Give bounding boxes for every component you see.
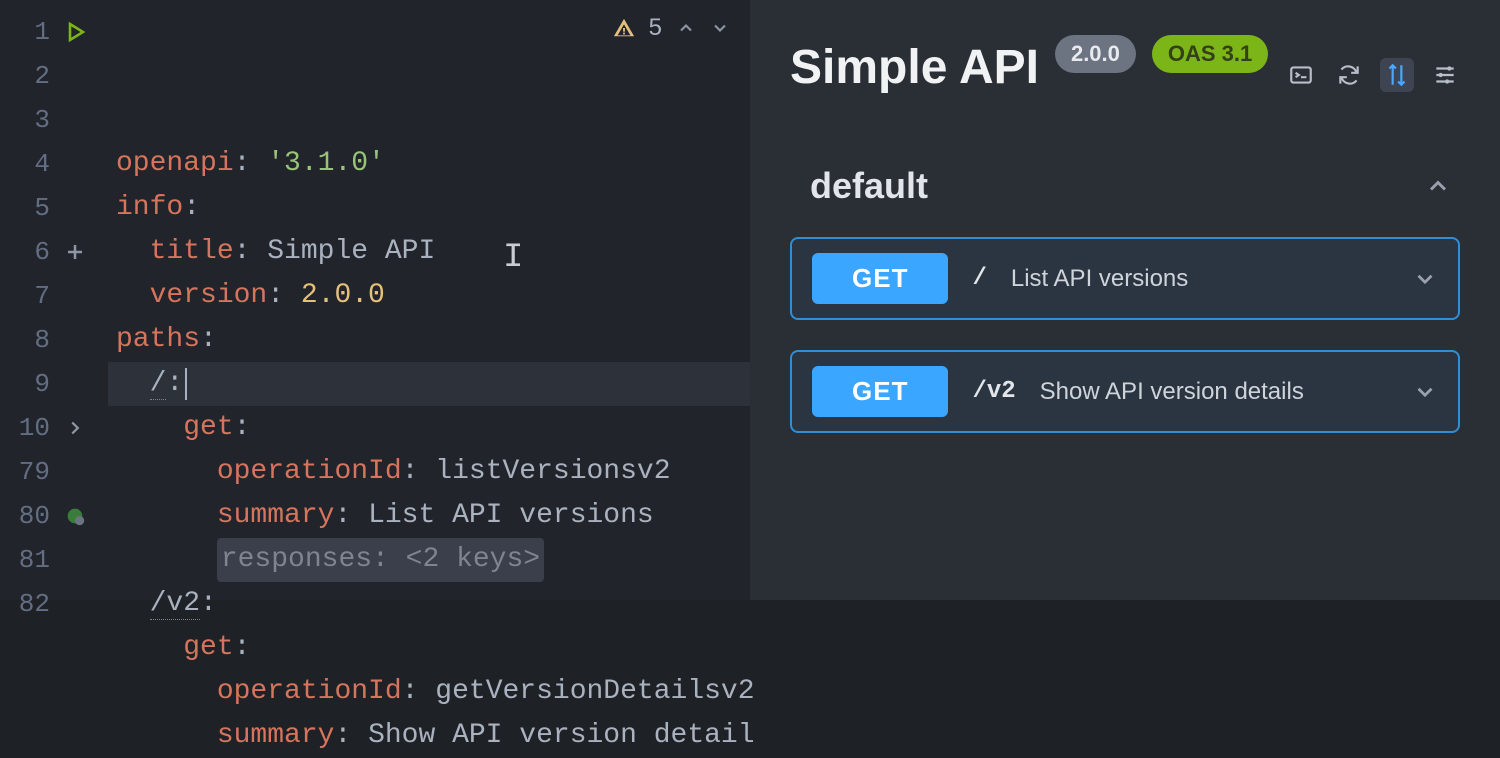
chevron-down-icon[interactable]	[1412, 379, 1438, 405]
code-line[interactable]: info:	[108, 186, 755, 230]
chev-icon[interactable]	[60, 417, 90, 439]
line-number: 80	[0, 501, 50, 531]
line-number: 1	[0, 17, 50, 47]
gutter-row: 81	[0, 538, 108, 582]
line-number: 7	[0, 281, 50, 311]
gutter-row: 8	[0, 318, 108, 362]
operation-path: /	[972, 265, 986, 292]
code-line[interactable]: openapi: '3.1.0'	[108, 142, 755, 186]
refresh-icon[interactable]	[1332, 58, 1366, 92]
gutter-row: 5	[0, 186, 108, 230]
gutter-row: 7	[0, 274, 108, 318]
settings-icon[interactable]	[1428, 58, 1462, 92]
warning-icon[interactable]	[613, 17, 635, 39]
line-number: 82	[0, 589, 50, 619]
method-badge: GET	[812, 366, 948, 417]
line-number: 81	[0, 545, 50, 575]
line-number: 10	[0, 413, 50, 443]
gutter-row: 2	[0, 54, 108, 98]
sync-icon[interactable]	[60, 505, 90, 527]
gutter-row: 80	[0, 494, 108, 538]
oas-badge: OAS 3.1	[1152, 35, 1268, 73]
operation-row[interactable]: GET/v2 Show API version details	[790, 350, 1460, 433]
code-editor[interactable]: 5 1234567891079808182 I openapi: '3.1.0'…	[0, 0, 750, 600]
line-number: 3	[0, 105, 50, 135]
gutter-row: 3	[0, 98, 108, 142]
code-line[interactable]: title: Simple API	[108, 230, 755, 274]
code-line[interactable]: get:	[108, 626, 755, 670]
chevron-up-icon[interactable]	[1424, 172, 1452, 200]
code-line[interactable]: paths:	[108, 318, 755, 362]
line-number: 79	[0, 457, 50, 487]
gutter-row: 79	[0, 450, 108, 494]
operation-path: /v2	[972, 378, 1015, 405]
operations-section: default GET / List API versions GET/v2 Show …	[790, 165, 1460, 433]
gutter-row: 6	[0, 230, 108, 274]
console-icon[interactable]	[1284, 58, 1318, 92]
gutter-row: 82	[0, 582, 108, 626]
swagger-preview: Simple API 2.0.0 OAS 3.1 default GET / Lis…	[750, 0, 1500, 600]
chevron-down-icon[interactable]	[1412, 266, 1438, 292]
method-badge: GET	[812, 253, 948, 304]
line-number: 6	[0, 237, 50, 267]
line-number: 2	[0, 61, 50, 91]
code-line[interactable]: version: 2.0.0	[108, 274, 755, 318]
warning-count[interactable]: 5	[649, 14, 662, 42]
gutter-row: 4	[0, 142, 108, 186]
line-number: 8	[0, 325, 50, 355]
prev-problem-icon[interactable]	[676, 18, 696, 38]
api-title: Simple API	[790, 40, 1039, 95]
gutter-row: 1	[0, 10, 108, 54]
line-number: 4	[0, 149, 50, 179]
editor-gutter: 1234567891079808182	[0, 0, 108, 600]
code-line[interactable]: /v2:	[108, 582, 755, 626]
run-icon[interactable]	[60, 20, 90, 44]
operation-row[interactable]: GET / List API versions	[790, 237, 1460, 320]
code-line[interactable]: get:	[108, 406, 755, 450]
code-line[interactable]: operationId: listVersionsv2	[108, 450, 755, 494]
section-header[interactable]: default	[790, 165, 1460, 237]
code-line[interactable]: summary: List API versions	[108, 494, 755, 538]
next-problem-icon[interactable]	[710, 18, 730, 38]
version-badge: 2.0.0	[1055, 35, 1136, 73]
preview-toolbar	[1284, 58, 1462, 92]
code-line[interactable]: summary: Show API version detail	[108, 714, 755, 758]
sync-scroll-icon[interactable]	[1380, 58, 1414, 92]
operation-summary: Show API version details	[1040, 378, 1388, 406]
gutter-row: 9	[0, 362, 108, 406]
code-line[interactable]: responses: <2 keys>	[108, 538, 755, 582]
operation-summary: List API versions	[1011, 265, 1388, 293]
editor-status-bar: 5	[613, 14, 730, 42]
gutter-row: 10	[0, 406, 108, 450]
code-line[interactable]: /:	[108, 362, 755, 406]
line-number: 9	[0, 369, 50, 399]
plus-icon[interactable]	[60, 240, 90, 264]
code-line[interactable]: operationId: getVersionDetailsv2	[108, 670, 755, 714]
section-title: default	[810, 165, 928, 207]
editor-code-area[interactable]: I openapi: '3.1.0'info: title: Simple AP…	[108, 0, 755, 600]
line-number: 5	[0, 193, 50, 223]
